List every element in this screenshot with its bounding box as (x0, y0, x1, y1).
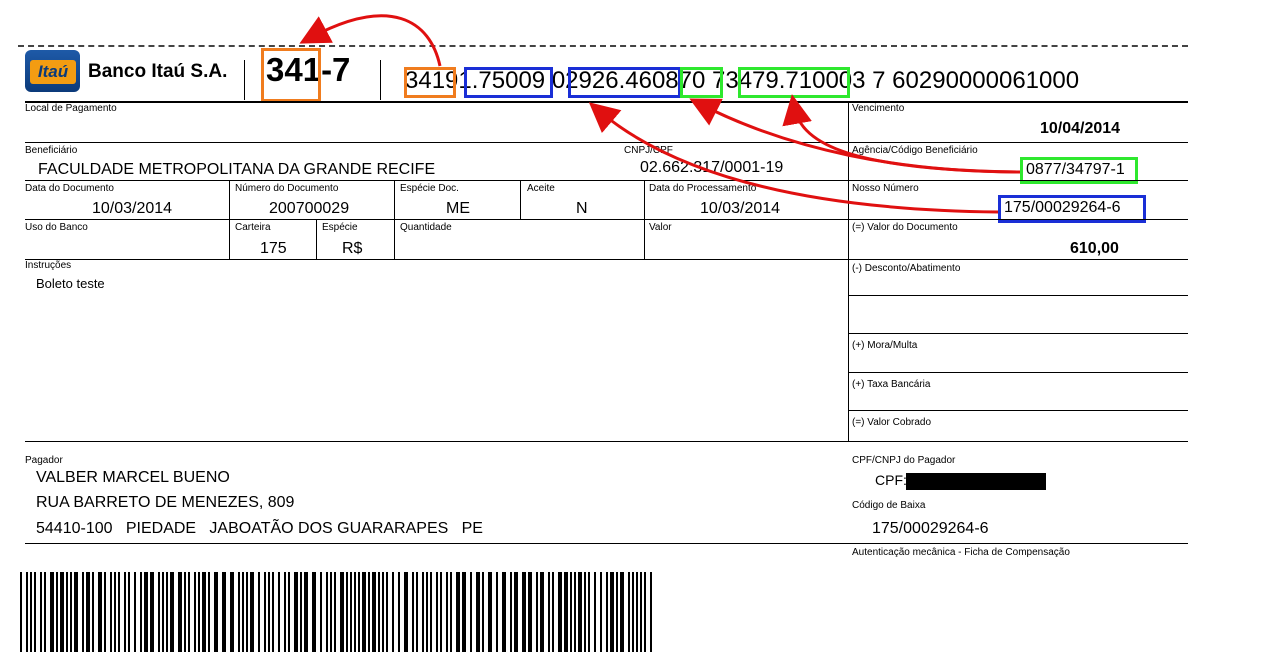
arrow-bank-code (299, 14, 442, 67)
arrow-agencia-1 (689, 98, 1021, 174)
arrow-nosso-numero (588, 102, 999, 214)
arrow-agencia-2 (782, 94, 1021, 174)
annotation-arrows (299, 14, 1021, 214)
